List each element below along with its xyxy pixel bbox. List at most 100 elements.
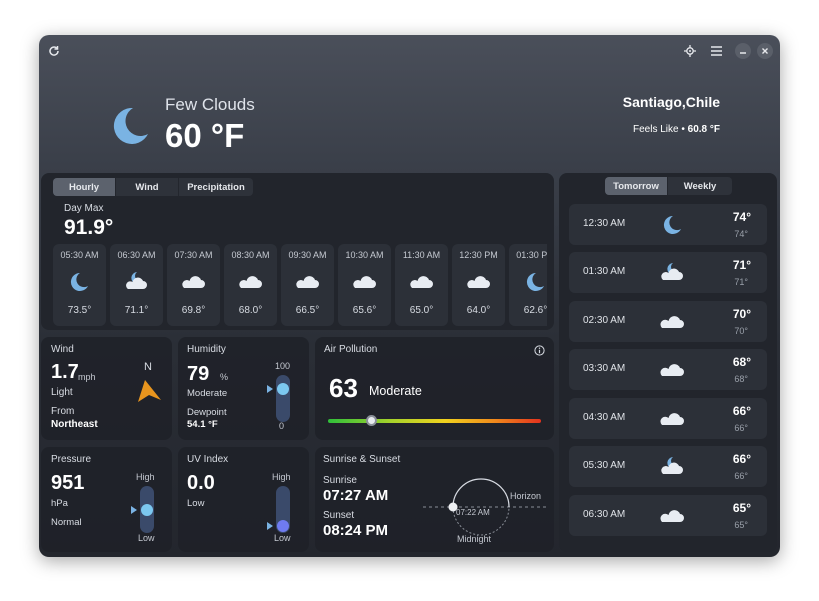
hour-temp: 64.0° (466, 305, 491, 316)
humidity-gauge (276, 375, 290, 422)
humidity-card: Humidity 79 % Moderate Dewpoint 54.1 °F … (178, 337, 309, 440)
forecast-time: 06:30 AM (583, 509, 626, 520)
current-temperature: 60 °F (165, 117, 245, 154)
hour-temp: 66.5° (295, 305, 320, 316)
forecast-high: 70° (732, 307, 751, 321)
hourly-strip[interactable]: 05:30 AM 73.5° 06:30 AM 71.1° 07:30 AM 6… (53, 173, 547, 330)
forecast-time: 12:30 AM (583, 218, 626, 229)
sunset-label: Sunset (323, 510, 355, 521)
sun-card: Sunrise & Sunset Sunrise 07:27 AM Sunset… (315, 447, 554, 552)
forecast-row[interactable]: 12:30 AM 74° 74° (569, 204, 767, 245)
dewpoint-label: Dewpoint (187, 407, 227, 418)
wind-desc: Light (51, 387, 73, 398)
feels-like-label: Feels Like • (633, 124, 685, 135)
pressure-title: Pressure (51, 454, 92, 465)
wind-unit: mph (78, 372, 96, 382)
info-icon[interactable] (534, 343, 545, 361)
forecast-low: 70° (734, 326, 748, 336)
hour-temp: 62.6° (523, 305, 547, 316)
wind-title: Wind (51, 344, 74, 355)
hour-time: 09:30 AM (288, 250, 327, 260)
cloud-icon (180, 270, 206, 292)
cloud-icon (465, 270, 491, 292)
tab-tomorrow[interactable]: Tomorrow (605, 177, 668, 195)
cloud-icon (658, 504, 686, 526)
pressure-low-label: Low (138, 533, 155, 543)
hour-temp: 73.5° (67, 305, 92, 316)
hour-temp: 71.1° (124, 305, 149, 316)
hour-cell: 09:30 AM 66.5° (281, 244, 334, 326)
uv-gauge (276, 486, 290, 533)
cloud-icon (237, 270, 263, 292)
forecast-high: 74° (732, 210, 751, 224)
forecast-row[interactable]: 04:30 AM 66° 66° (569, 398, 767, 439)
moon-cloud-icon (658, 261, 686, 283)
humidity-unit: % (220, 372, 229, 382)
weather-window: Few Clouds 60 °F Santiago,Chile Feels Li… (39, 35, 780, 557)
minimize-button[interactable] (735, 43, 751, 59)
humidity-title: Humidity (187, 344, 226, 355)
forecast-panel: Tomorrow Weekly 12:30 AM 74° 74° 01:30 A… (559, 173, 777, 552)
wind-value: 1.7 (51, 361, 79, 383)
moon-icon (658, 213, 686, 235)
forecast-row[interactable]: 01:30 AM 71° 71° (569, 252, 767, 293)
hour-cell: 05:30 AM 73.5° (53, 244, 106, 326)
cloud-icon (658, 310, 686, 332)
hour-time: 12:30 PM (459, 250, 498, 260)
air-title: Air Pollution (324, 344, 378, 355)
pressure-card: Pressure 951 hPa Normal High Low (41, 447, 172, 552)
forecast-time: 02:30 AM (583, 315, 626, 326)
humidity-value: 79 (187, 363, 210, 385)
forecast-high: 65° (732, 501, 751, 515)
forecast-time: 01:30 AM (583, 266, 626, 277)
hour-time: 08:30 AM (231, 250, 270, 260)
city-name: Santiago,Chile (622, 94, 720, 110)
moon-cloud-icon (123, 270, 149, 292)
uv-low-label: Low (274, 533, 291, 543)
forecast-high: 68° (732, 355, 751, 369)
uv-value: 0.0 (187, 472, 215, 494)
uv-pointer-icon (267, 522, 273, 530)
uv-high-label: High (272, 472, 291, 482)
forecast-low: 66° (734, 471, 748, 481)
humidity-max-label: 100 (275, 361, 291, 371)
pressure-unit: hPa (51, 498, 68, 509)
wind-from-label: From (51, 406, 75, 417)
forecast-low: 74° (734, 229, 748, 239)
humidity-gauge-dot (277, 382, 289, 395)
feels-like-value: 60.8 °F (687, 124, 720, 135)
forecast-row[interactable]: 05:30 AM 66° 66° (569, 446, 767, 487)
condition-label: Few Clouds (165, 95, 255, 114)
hour-temp: 69.8° (181, 305, 206, 316)
forecast-low: 71° (734, 277, 748, 287)
menu-icon[interactable] (707, 42, 725, 60)
close-button[interactable] (757, 43, 773, 59)
wind-direction-icon (135, 378, 163, 409)
hour-time: 11:30 AM (402, 250, 441, 260)
cloud-icon (658, 358, 686, 380)
hour-time: 07:30 AM (174, 250, 213, 260)
north-label: N (144, 361, 152, 373)
current-time-label: 07:22 AM (456, 508, 490, 517)
hour-cell: 01:30 PM 62.6° (509, 244, 547, 326)
forecast-row[interactable]: 02:30 AM 70° 70° (569, 301, 767, 342)
hour-cell: 11:30 AM 65.0° (395, 244, 448, 326)
location-icon[interactable] (681, 42, 699, 60)
humidity-min-label: 0 (279, 421, 285, 431)
horizon-label: Horizon (510, 491, 542, 501)
pressure-gauge-dot (141, 503, 153, 516)
forecast-time: 04:30 AM (583, 412, 626, 423)
uv-card: UV Index 0.0 Low High Low (178, 447, 309, 552)
air-quality-marker (365, 415, 377, 426)
tab-weekly[interactable]: Weekly (668, 177, 732, 195)
forecast-low: 65° (734, 520, 748, 530)
midnight-label: Midnight (457, 534, 492, 544)
humidity-desc: Moderate (187, 388, 228, 399)
uv-desc: Low (187, 498, 205, 509)
cloud-icon (658, 407, 686, 429)
refresh-icon[interactable] (45, 42, 63, 60)
cloud-icon (408, 270, 434, 292)
forecast-row[interactable]: 03:30 AM 68° 68° (569, 349, 767, 390)
moon-cloud-icon (658, 455, 686, 477)
forecast-row[interactable]: 06:30 AM 65° 65° (569, 495, 767, 536)
